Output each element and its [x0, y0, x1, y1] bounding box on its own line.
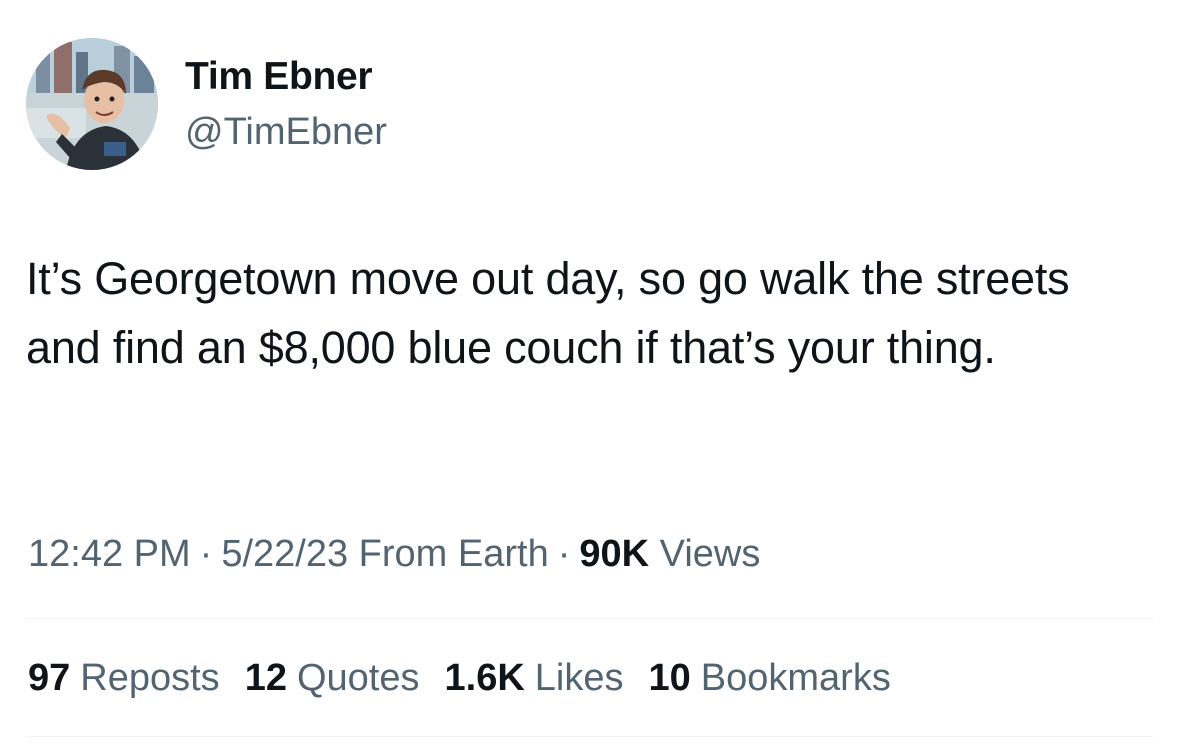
likes-count: 1.6K	[444, 657, 525, 699]
tweet-metadata: 12:42 PM · 5/22/23 From Earth · 90K Views	[28, 531, 760, 577]
views-label: Views	[659, 533, 761, 575]
separator-dot: ·	[199, 533, 213, 575]
tweet-text: It’s Georgetown move out day, so go walk…	[26, 253, 1070, 373]
reposts-stat[interactable]: 97 Reposts	[28, 655, 220, 701]
avatar[interactable]	[26, 38, 158, 170]
author-handle[interactable]: @TimEbner	[185, 110, 387, 154]
reposts-count: 97	[28, 657, 71, 699]
author-display-name[interactable]: Tim Ebner	[185, 54, 373, 100]
likes-label: Likes	[534, 657, 624, 699]
divider	[26, 736, 1153, 737]
tweet-source: From Earth	[358, 533, 549, 575]
quotes-label: Quotes	[296, 657, 420, 699]
likes-stat[interactable]: 1.6K Likes	[445, 655, 624, 701]
quotes-count: 12	[244, 657, 287, 699]
reposts-label: Reposts	[80, 657, 220, 699]
bookmarks-stat[interactable]: 10 Bookmarks	[649, 655, 891, 701]
views-count: 90K	[579, 533, 650, 575]
separator-dot: ·	[557, 533, 571, 575]
bookmarks-count: 10	[648, 657, 691, 699]
avatar-illustration	[26, 38, 158, 170]
engagement-stats: 97 Reposts 12 Quotes 1.6K Likes 10 Bookmarks	[28, 655, 916, 701]
quotes-stat[interactable]: 12 Quotes	[245, 655, 420, 701]
tweet-date[interactable]: 5/22/23	[221, 533, 348, 575]
tweet-time[interactable]: 12:42 PM	[28, 533, 191, 575]
bookmarks-label: Bookmarks	[700, 657, 891, 699]
divider	[26, 618, 1153, 619]
